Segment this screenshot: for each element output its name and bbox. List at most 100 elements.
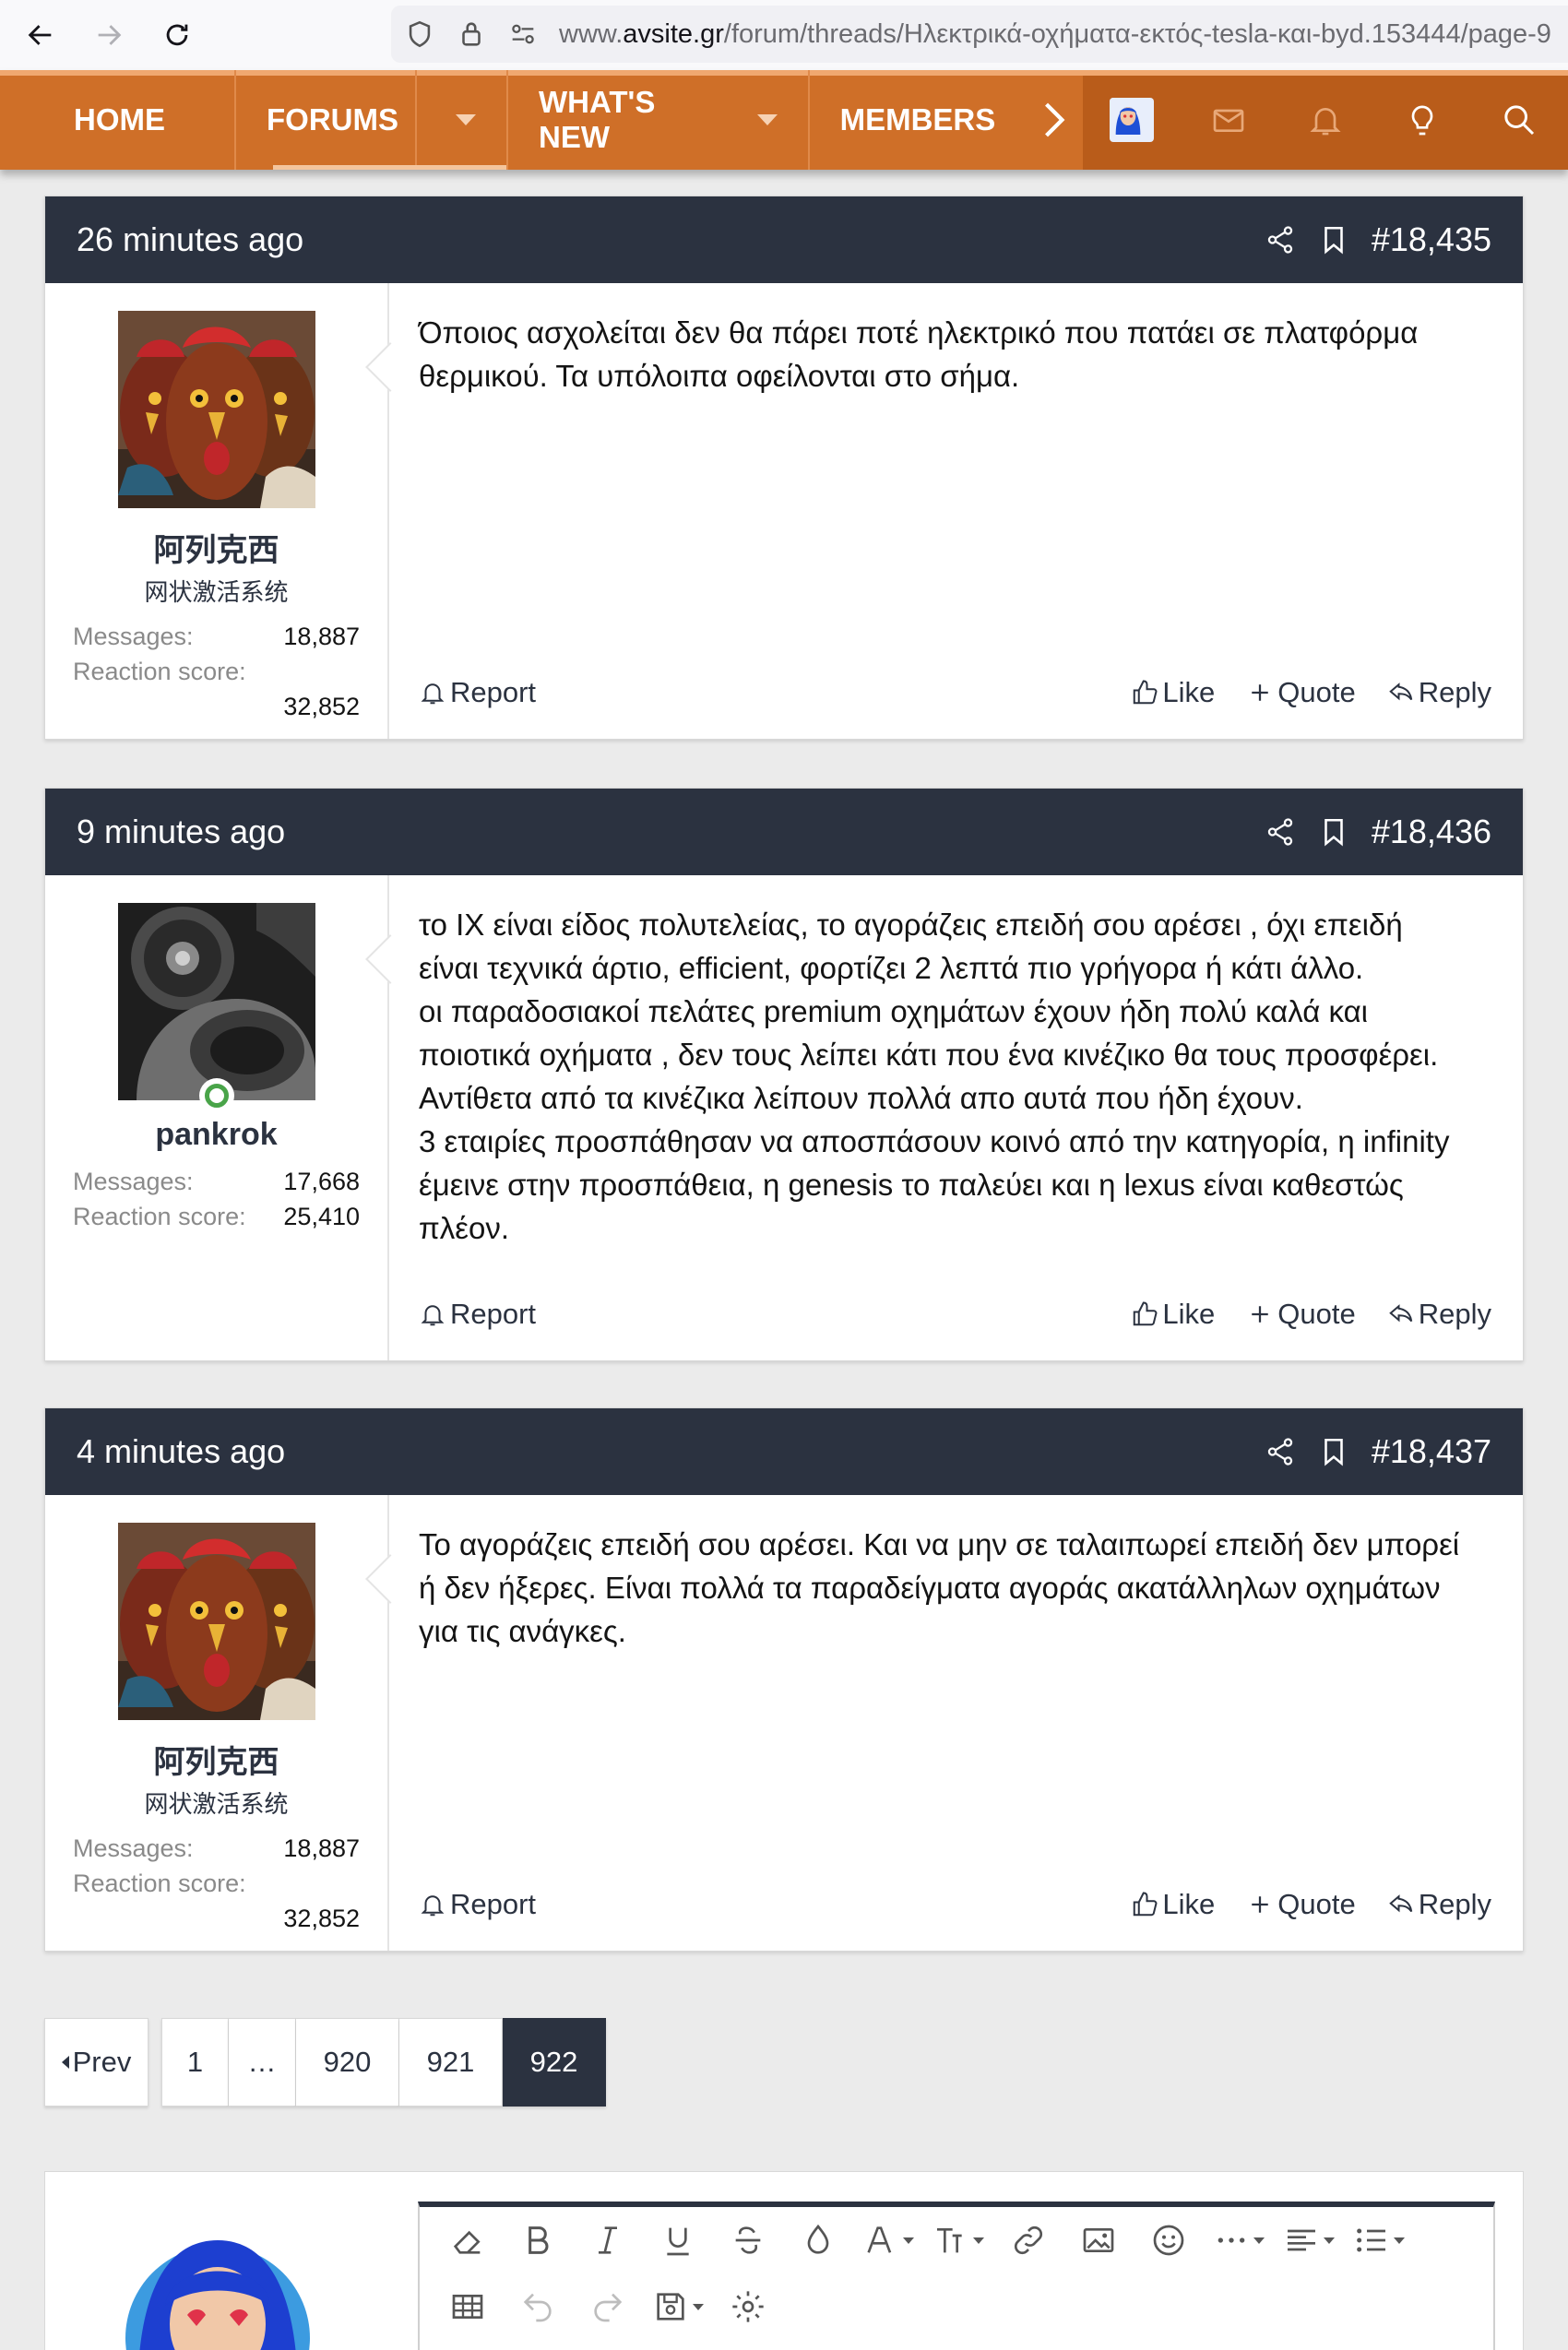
bell-icon [1310,108,1341,136]
list-button[interactable] [1344,2213,1414,2268]
username-link[interactable]: 阿列克西 [154,1737,279,1782]
thumbs-up-icon [1134,1892,1158,1917]
url-bar[interactable]: www.avsite.gr/forum/threads/Ηλεκτρικά-οχ… [391,6,1568,63]
undo-icon [523,2293,552,2322]
post-header: 9 minutes ago #18,436 [45,789,1523,875]
strikethrough-icon [735,2226,761,2254]
arrow-left-icon [28,25,52,45]
reply-button[interactable]: Reply [1387,676,1491,709]
clear-formatting-button[interactable] [433,2213,503,2268]
avatar[interactable] [117,311,315,508]
insert-link-button[interactable] [993,2213,1063,2268]
nav-tab-members[interactable]: MEMBERS [810,70,1027,170]
lock-icon[interactable] [456,18,487,50]
post-timestamp[interactable]: 9 minutes ago [77,813,285,851]
post-header: 26 minutes ago #18,435 [45,196,1523,283]
undo-button[interactable] [503,2279,573,2334]
reply-button[interactable]: Reply [1387,1298,1491,1331]
report-button[interactable]: Report [419,676,536,709]
insert-image-button[interactable] [1063,2213,1134,2268]
reload-button[interactable] [149,7,205,63]
link-icon [1014,2225,1043,2255]
forward-button[interactable] [81,7,137,63]
reaction-score-label: Reaction score: [73,1869,246,1897]
insert-table-button[interactable] [433,2279,503,2334]
page-link-920[interactable]: 920 [296,2018,399,2107]
share-icon[interactable] [1265,224,1296,255]
post-number[interactable]: #18,437 [1372,1432,1491,1471]
user-stats: Messages: 17,668 Reaction score: 25,410 [73,1164,360,1234]
underline-icon [667,2227,689,2256]
quote-button[interactable]: Quote [1246,1888,1356,1921]
quote-button[interactable]: Quote [1246,676,1356,709]
message-body: Το αγοράζεις επειδή σου αρέσει. Και να μ… [419,1527,1460,1648]
message-content: το ΙΧ είναι είδος πολυτελείας, το αγοράζ… [389,875,1523,1360]
font-size-button[interactable] [923,2213,993,2268]
bookmark-icon[interactable] [1318,816,1349,848]
bookmark-icon[interactable] [1318,224,1349,255]
plus-icon [1252,684,1269,701]
italic-button[interactable] [573,2213,643,2268]
account-button[interactable] [1083,70,1180,170]
nav-tab-forums[interactable]: FORUMS [236,70,508,170]
inbox-button[interactable] [1180,70,1277,170]
post-number[interactable]: #18,436 [1372,813,1491,851]
post-actions: Report Like Quote Reply [419,1298,1491,1331]
bookmark-icon[interactable] [1318,1436,1349,1467]
site-permissions-icon[interactable] [507,18,539,50]
post-timestamp[interactable]: 26 minutes ago [77,220,303,259]
back-button[interactable] [13,7,68,63]
text-color-button[interactable] [783,2213,853,2268]
message-editor[interactable] [418,2202,1495,2350]
messages-count[interactable]: 18,887 [283,1831,360,1866]
whats-new-menu-toggle[interactable] [737,70,778,170]
avatar[interactable] [119,2200,316,2350]
page-link-921[interactable]: 921 [399,2018,503,2107]
page-link-current[interactable]: 922 [503,2018,606,2107]
search-button[interactable] [1471,70,1568,170]
messages-count[interactable]: 17,668 [283,1164,360,1199]
post-timestamp[interactable]: 4 minutes ago [77,1432,285,1471]
prev-page-button[interactable]: Prev [44,2018,148,2107]
avatar[interactable] [117,1523,315,1720]
like-button[interactable]: Like [1131,1888,1215,1921]
envelope-icon [1213,109,1244,132]
bell-icon [421,1305,445,1326]
align-button[interactable] [1274,2213,1344,2268]
page-jump-ellipsis[interactable]: … [229,2018,296,2107]
share-icon[interactable] [1265,1436,1296,1467]
more-options-button[interactable] [1204,2213,1274,2268]
messages-count[interactable]: 18,887 [283,619,360,654]
drafts-button[interactable] [643,2279,713,2334]
ellipsis-icon [1218,2237,1245,2243]
style-toggle-button[interactable] [1374,70,1471,170]
redo-button[interactable] [573,2279,643,2334]
report-button[interactable]: Report [419,1888,536,1921]
font-family-button[interactable] [853,2213,923,2268]
alerts-button[interactable] [1277,70,1374,170]
share-icon[interactable] [1265,816,1296,848]
username-link[interactable]: pankrok [155,1117,277,1153]
avatar[interactable] [117,903,315,1113]
nav-tab-home[interactable]: HOME [0,70,236,170]
forums-menu-toggle[interactable] [415,70,476,170]
username-link[interactable]: 阿列克西 [154,525,279,570]
editor-settings-button[interactable] [713,2279,783,2334]
reply-button[interactable]: Reply [1387,1888,1491,1921]
like-button[interactable]: Like [1131,676,1215,709]
quote-button[interactable]: Quote [1246,1298,1356,1331]
nav-scroll-right-button[interactable] [1026,70,1083,170]
post: 9 minutes ago #18,436 pankrok Messages: … [44,788,1524,1361]
bold-button[interactable] [503,2213,573,2268]
underline-button[interactable] [643,2213,713,2268]
page-link-1[interactable]: 1 [161,2018,229,2107]
shield-icon[interactable] [404,18,435,50]
user-info: 阿列克西 网状激活系统 Messages: 18,887 Reaction sco… [45,283,389,739]
post-number[interactable]: #18,435 [1372,220,1491,259]
strikethrough-button[interactable] [713,2213,783,2268]
like-button[interactable]: Like [1131,1298,1215,1331]
report-button[interactable]: Report [419,1298,536,1331]
nav-tab-whats-new[interactable]: WHAT'S NEW [508,70,810,170]
smilies-button[interactable] [1134,2213,1204,2268]
rooster-avatar-image [117,1523,315,1720]
